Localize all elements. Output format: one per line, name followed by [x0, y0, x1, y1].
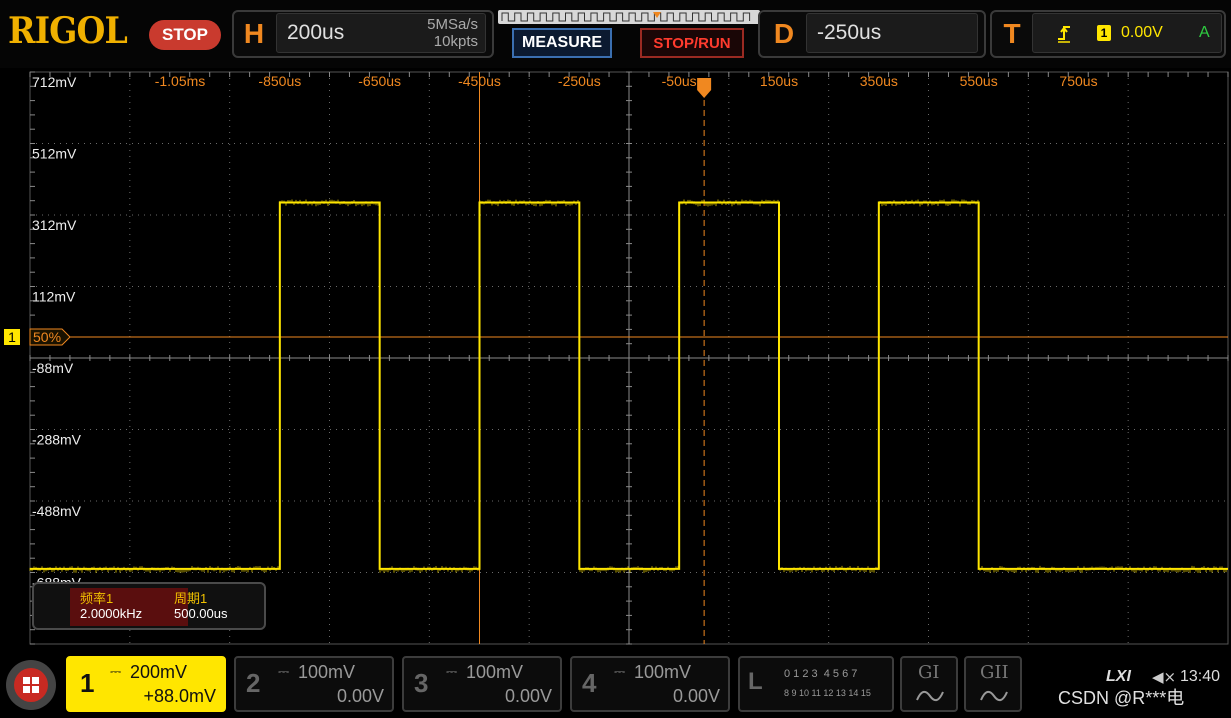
volt-label: -488mV	[32, 503, 82, 519]
trigger-position-marker	[697, 78, 712, 98]
time-label: -50us	[662, 73, 697, 89]
rising-edge-icon	[1057, 23, 1071, 43]
rigol-logo: RIGOL	[8, 10, 128, 52]
measure-button[interactable]: MEASURE	[512, 28, 612, 58]
delay-field[interactable]: -250us	[806, 13, 978, 53]
dc-coupling-icon: ⎓	[110, 664, 122, 680]
memory-depth: 10kpts	[433, 33, 478, 50]
logic-channels-row1: 0 1 2 3 4 5 6 7	[784, 668, 858, 680]
timebase-value: 200us	[287, 21, 345, 44]
channel-3-scale: 100mV	[466, 662, 524, 682]
trigger-level-marker[interactable]: 1 50%	[4, 328, 71, 346]
channel-3-button[interactable]: 3 ⎓ 100mV 0.00V	[402, 656, 562, 712]
period-value: 500.00us	[174, 606, 228, 621]
volt-label: 112mV	[32, 289, 76, 305]
time-label: -1.05ms	[155, 73, 206, 89]
dc-coupling-icon: ⎓	[614, 664, 626, 680]
logic-letter: L	[748, 668, 763, 695]
channel-1-offset: +88.0mV	[143, 686, 216, 706]
horizontal-letter: H	[243, 18, 265, 49]
time-label: -250us	[558, 73, 601, 89]
trigger-source-badge: 1	[1097, 25, 1111, 41]
memory-overview-strip	[498, 10, 760, 24]
logic-channels-row2: 8 9 10 11 12 13 14 15	[784, 688, 871, 698]
grid-menu-icon	[14, 668, 48, 702]
measurement-panel[interactable]: 频率1 2.0000kHz 周期1 500.00us	[32, 582, 266, 630]
volt-label: 712mV	[32, 74, 77, 90]
sine-wave-icon	[916, 688, 944, 708]
home-button[interactable]	[6, 660, 56, 710]
frequency-value: 2.0000kHz	[80, 606, 143, 621]
volt-label: 312mV	[32, 217, 77, 233]
time-label: 150us	[760, 73, 798, 89]
trigger-level-percent: 50%	[33, 329, 61, 345]
dc-coupling-icon: ⎓	[278, 664, 290, 680]
trigger-letter: T	[1003, 18, 1021, 49]
channel-2-scale: 100mV	[298, 662, 356, 682]
generator-2-label: GII	[980, 662, 1009, 683]
watermark: CSDN @R***电	[1058, 688, 1185, 708]
volt-axis-labels: 712mV512mV312mV112mV-88mV-288mV-488mV-68…	[32, 74, 82, 648]
generator-1-label: GI	[918, 662, 940, 683]
channel-2-number: 2	[246, 668, 261, 698]
acquisition-info: 5MSa/s 10kpts	[404, 16, 478, 50]
time-label: -850us	[258, 73, 301, 89]
channel-2-offset: 0.00V	[336, 686, 384, 706]
delay-letter: D	[773, 18, 795, 49]
clock: 13:40	[1180, 668, 1221, 685]
channel-4-scale: 100mV	[634, 662, 692, 682]
channel-4-number: 4	[582, 668, 597, 698]
volt-label: 512mV	[32, 146, 77, 162]
channel-4-button[interactable]: 4 ⎓ 100mV 0.00V	[570, 656, 730, 712]
run-state-indicator[interactable]: STOP	[149, 20, 221, 50]
dc-coupling-icon: ⎓	[446, 664, 458, 680]
time-label: 750us	[1059, 73, 1097, 89]
delay-value: -250us	[817, 21, 882, 44]
trigger-level: 0.00V	[1121, 24, 1163, 41]
channel-1-button[interactable]: 1 ⎓ 200mV +88.0mV	[66, 656, 226, 712]
logic-analyzer-button[interactable]: L 0 1 2 3 4 5 6 7 8 9 10 11 12 13 14 15	[738, 656, 894, 712]
time-label: -650us	[358, 73, 401, 89]
generator-1-button[interactable]: GI	[900, 656, 958, 712]
stop-run-button[interactable]: STOP/RUN	[640, 28, 744, 58]
frequency-title: 频率1	[80, 591, 114, 606]
period-title: 周期1	[174, 591, 208, 606]
channel-4-offset: 0.00V	[672, 686, 720, 706]
channel-1-scale: 200mV	[130, 662, 188, 682]
channel-1-marker-label: 1	[8, 329, 16, 345]
volt-label: -88mV	[32, 360, 74, 376]
top-bar: RIGOL STOP H 200us 5MSa/s 10kpts MEASURE…	[0, 0, 1231, 68]
channel-2-button[interactable]: 2 ⎓ 100mV 0.00V	[234, 656, 394, 712]
channel-3-number: 3	[414, 668, 429, 698]
generator-2-button[interactable]: GII	[964, 656, 1022, 712]
volt-label: -288mV	[32, 432, 82, 448]
sample-rate: 5MSa/s	[427, 16, 478, 33]
trigger-mode: A	[1199, 24, 1210, 41]
waveform-display[interactable]: -1.05ms -850us -650us -450us -250us -50us 150u…	[0, 68, 1231, 648]
time-label: 550us	[960, 73, 998, 89]
graticule	[29, 71, 1229, 645]
channel-1-number: 1	[80, 668, 95, 698]
trigger-settings[interactable]: 1 0.00V A	[1032, 13, 1222, 53]
channel-3-offset: 0.00V	[504, 686, 552, 706]
sine-wave-icon	[980, 688, 1008, 708]
time-label: 350us	[860, 73, 898, 89]
